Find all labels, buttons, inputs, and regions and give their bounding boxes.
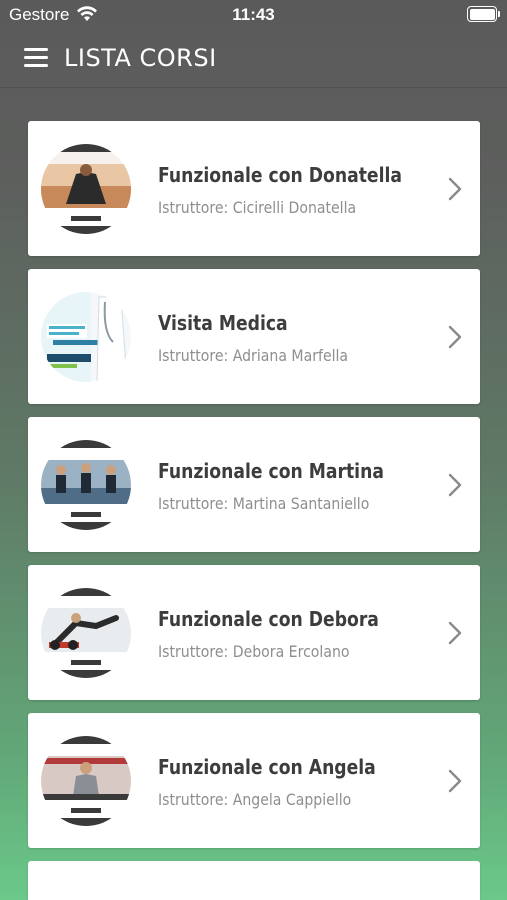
- course-list: Funzionale con Donatella Istruttore: Cic…: [28, 121, 480, 900]
- course-title: Funzionale con Martina: [158, 459, 384, 483]
- hamburger-menu-icon[interactable]: [24, 48, 48, 68]
- course-thumbnail: [41, 292, 131, 382]
- chevron-right-icon: [448, 769, 462, 793]
- chevron-right-icon: [448, 325, 462, 349]
- chevron-right-icon: [448, 473, 462, 497]
- clock-time: 11:43: [232, 5, 275, 24]
- course-instructor: Istruttore: Adriana Marfella: [158, 346, 349, 365]
- course-card-visita-medica[interactable]: Visita Medica Istruttore: Adriana Marfel…: [28, 269, 480, 404]
- course-instructor: Istruttore: Cicirelli Donatella: [158, 198, 357, 217]
- course-instructor: Istruttore: Martina Santaniello: [158, 494, 370, 513]
- course-card-martina[interactable]: Funzionale con Martina Istruttore: Marti…: [28, 417, 480, 552]
- course-instructor: Istruttore: Debora Ercolano: [158, 642, 350, 661]
- status-bar: Gestore 11:43: [0, 0, 507, 30]
- course-thumbnail: [41, 884, 131, 900]
- chevron-right-icon: [448, 177, 462, 201]
- course-thumbnail: [41, 144, 131, 234]
- course-thumbnail: [41, 736, 131, 826]
- course-title: Visita Medica: [158, 311, 288, 335]
- course-thumbnail: [41, 440, 131, 530]
- course-card-angela[interactable]: Funzionale con Angela Istruttore: Angela…: [28, 713, 480, 848]
- page-title: LISTA CORSI: [64, 44, 217, 72]
- course-thumbnail: [41, 588, 131, 678]
- course-title: Funzionale con Angela: [158, 755, 376, 779]
- course-card-debora[interactable]: Funzionale con Debora Istruttore: Debora…: [28, 565, 480, 700]
- navigation-bar: LISTA CORSI: [0, 30, 507, 88]
- course-card-donatella[interactable]: Funzionale con Donatella Istruttore: Cic…: [28, 121, 480, 256]
- course-instructor: Istruttore: Angela Cappiello: [158, 790, 352, 809]
- chevron-right-icon: [448, 621, 462, 645]
- battery-icon: [467, 6, 500, 22]
- course-title: Funzionale con Donatella: [158, 163, 402, 187]
- course-card-partial[interactable]: [28, 861, 480, 900]
- course-title: Funzionale con Debora: [158, 607, 379, 631]
